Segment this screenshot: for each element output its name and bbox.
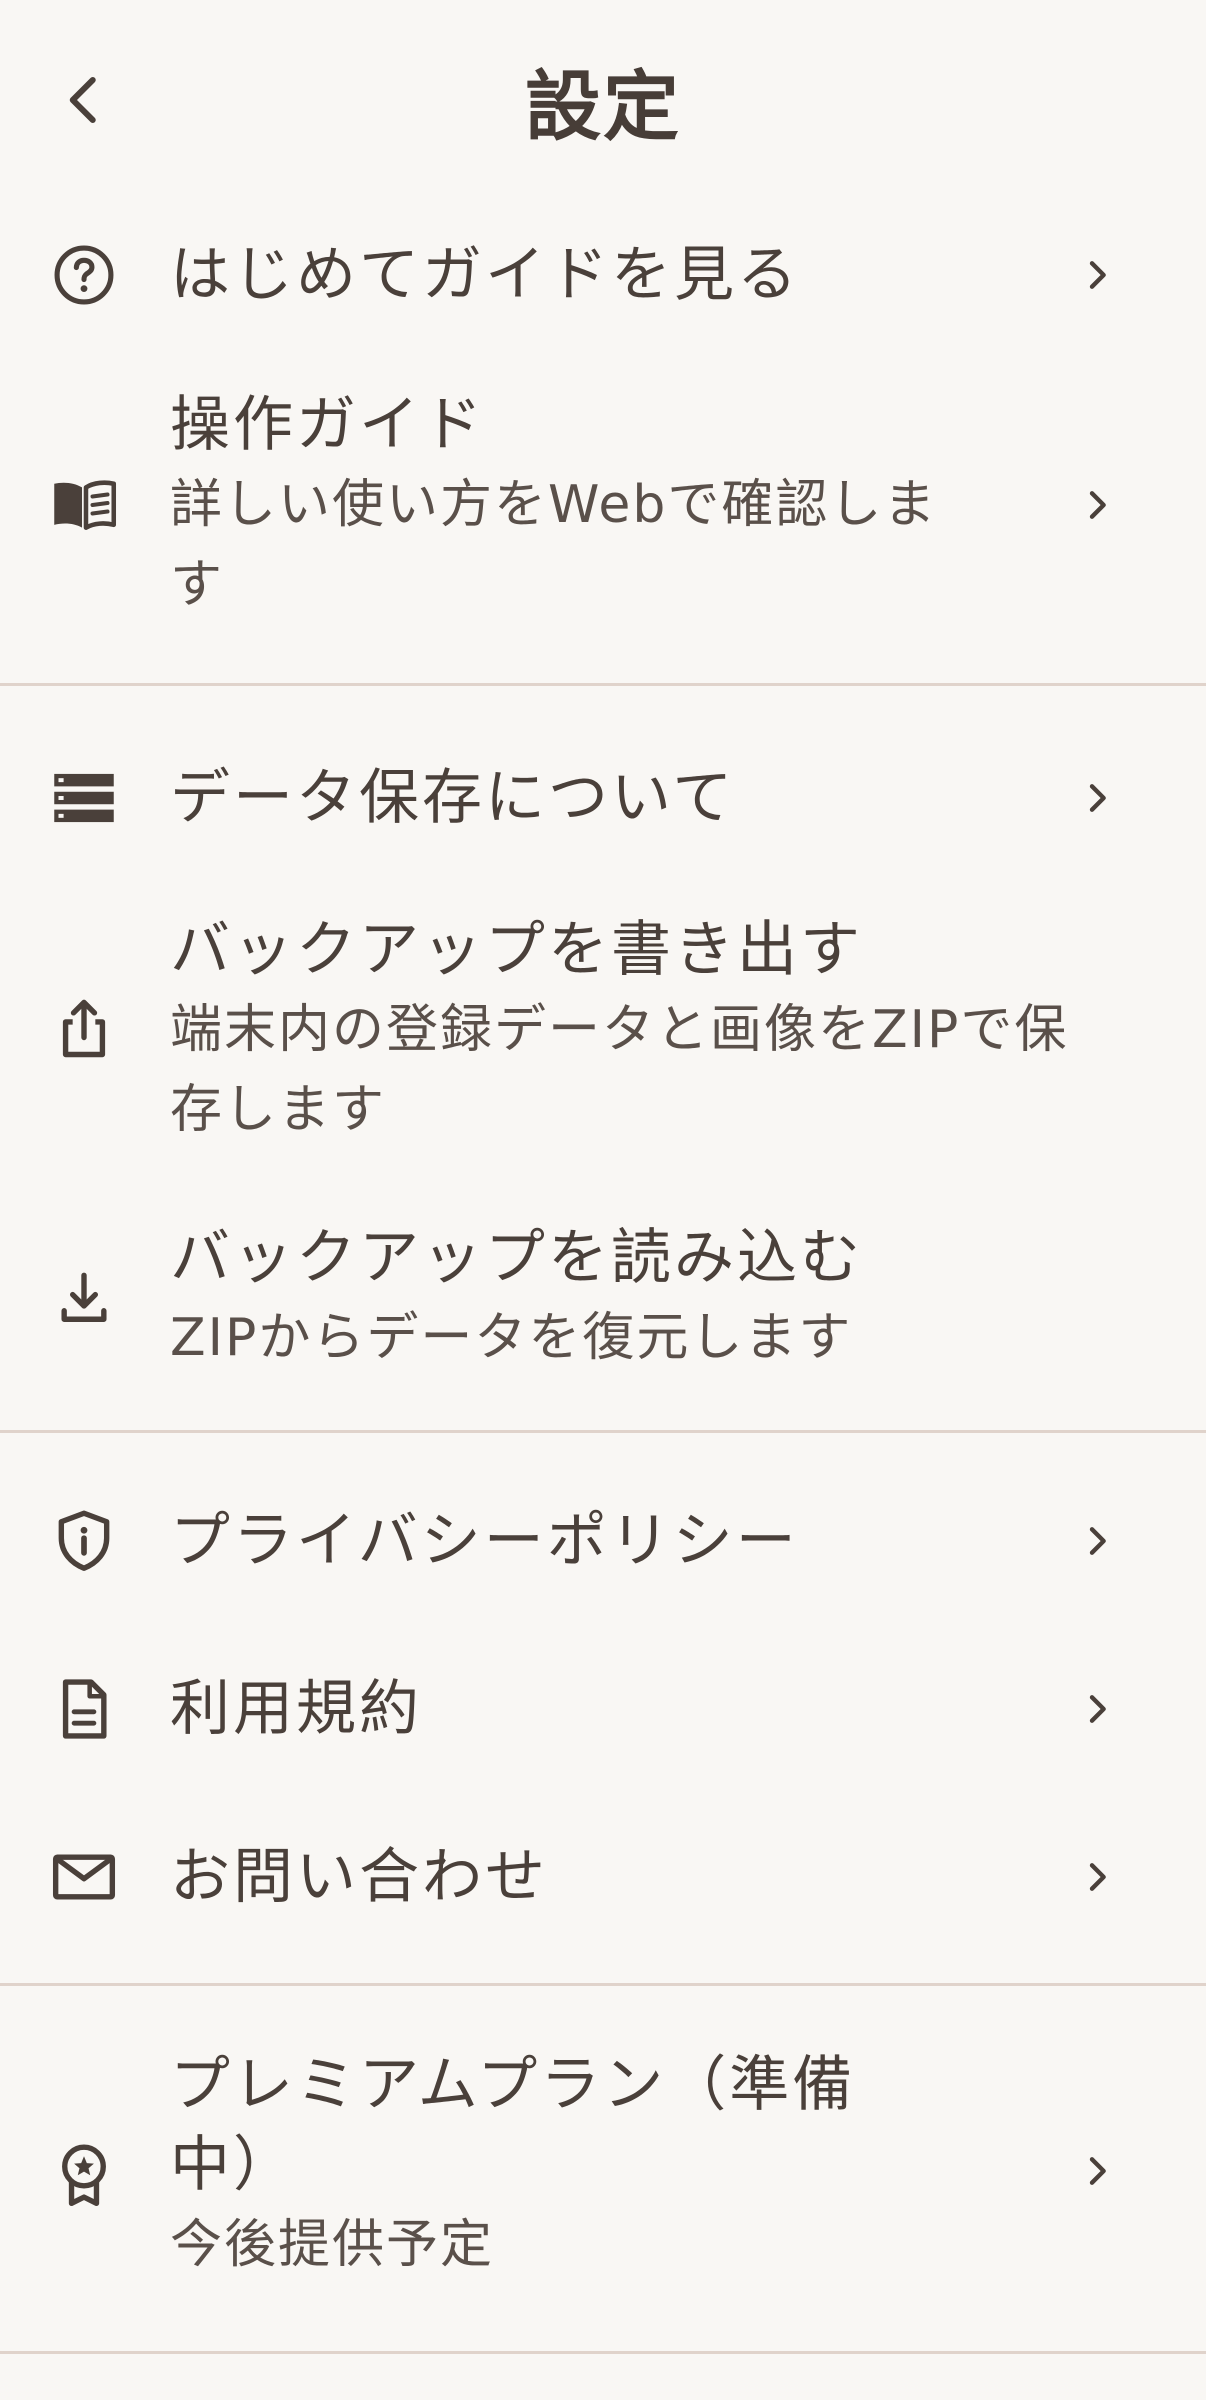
chevron-right-icon — [1072, 773, 1122, 823]
chevron-right-icon — [1072, 1852, 1122, 1902]
award-star-icon — [50, 2141, 118, 2209]
page-title: 設定 — [525, 62, 681, 151]
menu-item-import-backup[interactable]: バックアップを読み込む ZIPからデータを復元します — [0, 1218, 1206, 1378]
share-upload-icon — [50, 995, 118, 1063]
chevron-right-icon — [1072, 1516, 1122, 1566]
menu-item-label: 操作ガイド — [170, 390, 485, 460]
menu-item-contact[interactable]: お問い合わせ — [0, 1814, 1206, 1940]
help-circle-icon — [50, 241, 118, 309]
chevron-right-icon — [1072, 1684, 1122, 1734]
chevron-right-icon — [1072, 480, 1122, 530]
menu-item-premium-plan[interactable]: プレミアムプラン（準備 中） 今後提供予定 — [0, 2045, 1206, 2305]
shield-info-icon — [50, 1507, 118, 1575]
menu-item-description: 端末内の登録データと画像をZIPで保 — [170, 1000, 1069, 1060]
menu-item-label: 利用規約 — [170, 1674, 422, 1744]
menu-item-terms[interactable]: 利用規約 — [0, 1646, 1206, 1772]
storage-icon — [50, 764, 118, 832]
menu-item-label: お問い合わせ — [170, 1842, 548, 1912]
chevron-right-icon — [1072, 2146, 1122, 2196]
menu-item-label: プレミアムプラン（準備 — [170, 2050, 856, 2120]
book-open-icon — [50, 471, 118, 539]
menu-item-description: 今後提供予定 — [170, 2215, 495, 2275]
download-icon — [50, 1264, 118, 1332]
menu-item-label: プライバシーポリシー — [170, 1506, 799, 1576]
menu-item-description-cont: す — [170, 555, 225, 615]
menu-item-operation-guide[interactable]: 操作ガイド 詳しい使い方をWebで確認しま す — [0, 370, 1206, 640]
menu-item-label: はじめてガイドを見る — [170, 240, 800, 310]
section-divider — [0, 2351, 1206, 2354]
menu-item-label: バックアップを書き出す — [170, 915, 863, 985]
mail-icon — [50, 1843, 118, 1911]
section-divider — [0, 1983, 1206, 1986]
menu-item-data-storage[interactable]: データ保存について — [0, 735, 1206, 861]
menu-item-description: 詳しい使い方をWebで確認しま — [170, 475, 938, 535]
document-icon — [50, 1675, 118, 1743]
section-divider — [0, 1430, 1206, 1433]
app-header: 設定 — [0, 0, 1206, 212]
menu-item-description-cont: 存します — [170, 1080, 387, 1140]
menu-item-start-guide[interactable]: はじめてガイドを見る — [0, 212, 1206, 338]
menu-item-label: データ保存について — [170, 763, 736, 833]
section-divider — [0, 683, 1206, 686]
menu-item-label: バックアップを読み込む — [170, 1223, 863, 1293]
menu-item-description: ZIPからデータを復元します — [170, 1308, 853, 1368]
menu-item-label-cont: 中） — [170, 2130, 296, 2200]
menu-item-export-backup[interactable]: バックアップを書き出す 端末内の登録データと画像をZIPで保 存します — [0, 910, 1206, 1150]
menu-item-privacy-policy[interactable]: プライバシーポリシー — [0, 1478, 1206, 1604]
chevron-right-icon — [1072, 250, 1122, 300]
